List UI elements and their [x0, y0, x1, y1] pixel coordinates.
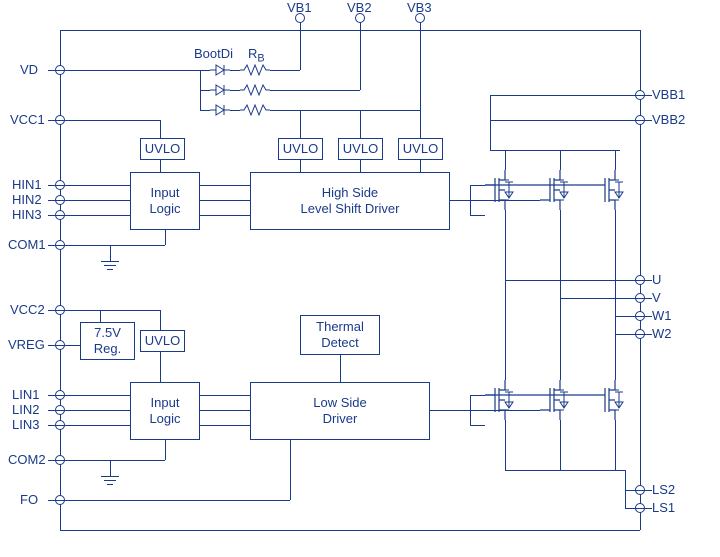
resistor-icon	[240, 84, 270, 96]
mosfet-icon	[595, 170, 635, 210]
label-hin2: HIN2	[12, 192, 42, 207]
diode-icon	[210, 104, 230, 116]
mosfet-icon	[485, 170, 525, 210]
block-75v-reg: 7.5V Reg.	[80, 322, 135, 360]
block-diagram: VB1 VB2 VB3 VD VCC1 HIN1 HIN2 HIN3 COM1 …	[0, 0, 720, 557]
diode-icon	[210, 84, 230, 96]
label-lin2: LIN2	[12, 402, 39, 417]
label-vcc2: VCC2	[10, 302, 45, 317]
ground-icon	[101, 476, 119, 490]
label-vbb1: VBB1	[652, 87, 685, 102]
label-w2: W2	[652, 326, 672, 341]
resistor-icon	[240, 64, 270, 76]
label-vd: VD	[20, 62, 38, 77]
block-uvlo-vb2: UVLO	[338, 138, 383, 160]
block-high-side-driver: High Side Level Shift Driver	[250, 172, 450, 230]
label-lin3: LIN3	[12, 417, 39, 432]
mosfet-icon	[540, 170, 580, 210]
label-vb3: VB3	[407, 0, 432, 15]
diode-icon	[210, 64, 230, 76]
label-vreg: VREG	[8, 337, 45, 352]
label-v: V	[652, 290, 661, 305]
mosfet-icon	[595, 380, 635, 420]
label-com1: COM1	[8, 237, 46, 252]
mosfet-icon	[485, 380, 525, 420]
label-rb: RB	[248, 46, 265, 65]
label-ls1: LS1	[652, 500, 675, 515]
label-hin1: HIN1	[12, 177, 42, 192]
block-low-side-driver: Low Side Driver	[250, 382, 430, 440]
outline-top	[60, 30, 640, 31]
label-u: U	[652, 272, 661, 287]
label-com2: COM2	[8, 452, 46, 467]
block-input-logic-high: Input Logic	[130, 172, 200, 230]
label-vb2: VB2	[347, 0, 372, 15]
label-bootdi: BootDi	[194, 46, 233, 61]
block-uvlo-vb1: UVLO	[278, 138, 323, 160]
block-uvlo-vcc1: UVLO	[140, 138, 185, 160]
label-w1: W1	[652, 308, 672, 323]
block-thermal-detect: Thermal Detect	[300, 315, 380, 355]
outline-bottom	[60, 530, 640, 531]
resistor-icon	[240, 104, 270, 116]
label-ls2: LS2	[652, 482, 675, 497]
block-uvlo-vcc2: UVLO	[140, 330, 185, 352]
label-vcc1: VCC1	[10, 112, 45, 127]
label-hin3: HIN3	[12, 207, 42, 222]
ground-icon	[101, 261, 119, 275]
block-input-logic-low: Input Logic	[130, 382, 200, 440]
label-fo: FO	[20, 492, 38, 507]
block-uvlo-vb3: UVLO	[398, 138, 443, 160]
label-lin1: LIN1	[12, 387, 39, 402]
label-vbb2: VBB2	[652, 112, 685, 127]
mosfet-icon	[540, 380, 580, 420]
label-vb1: VB1	[287, 0, 312, 15]
